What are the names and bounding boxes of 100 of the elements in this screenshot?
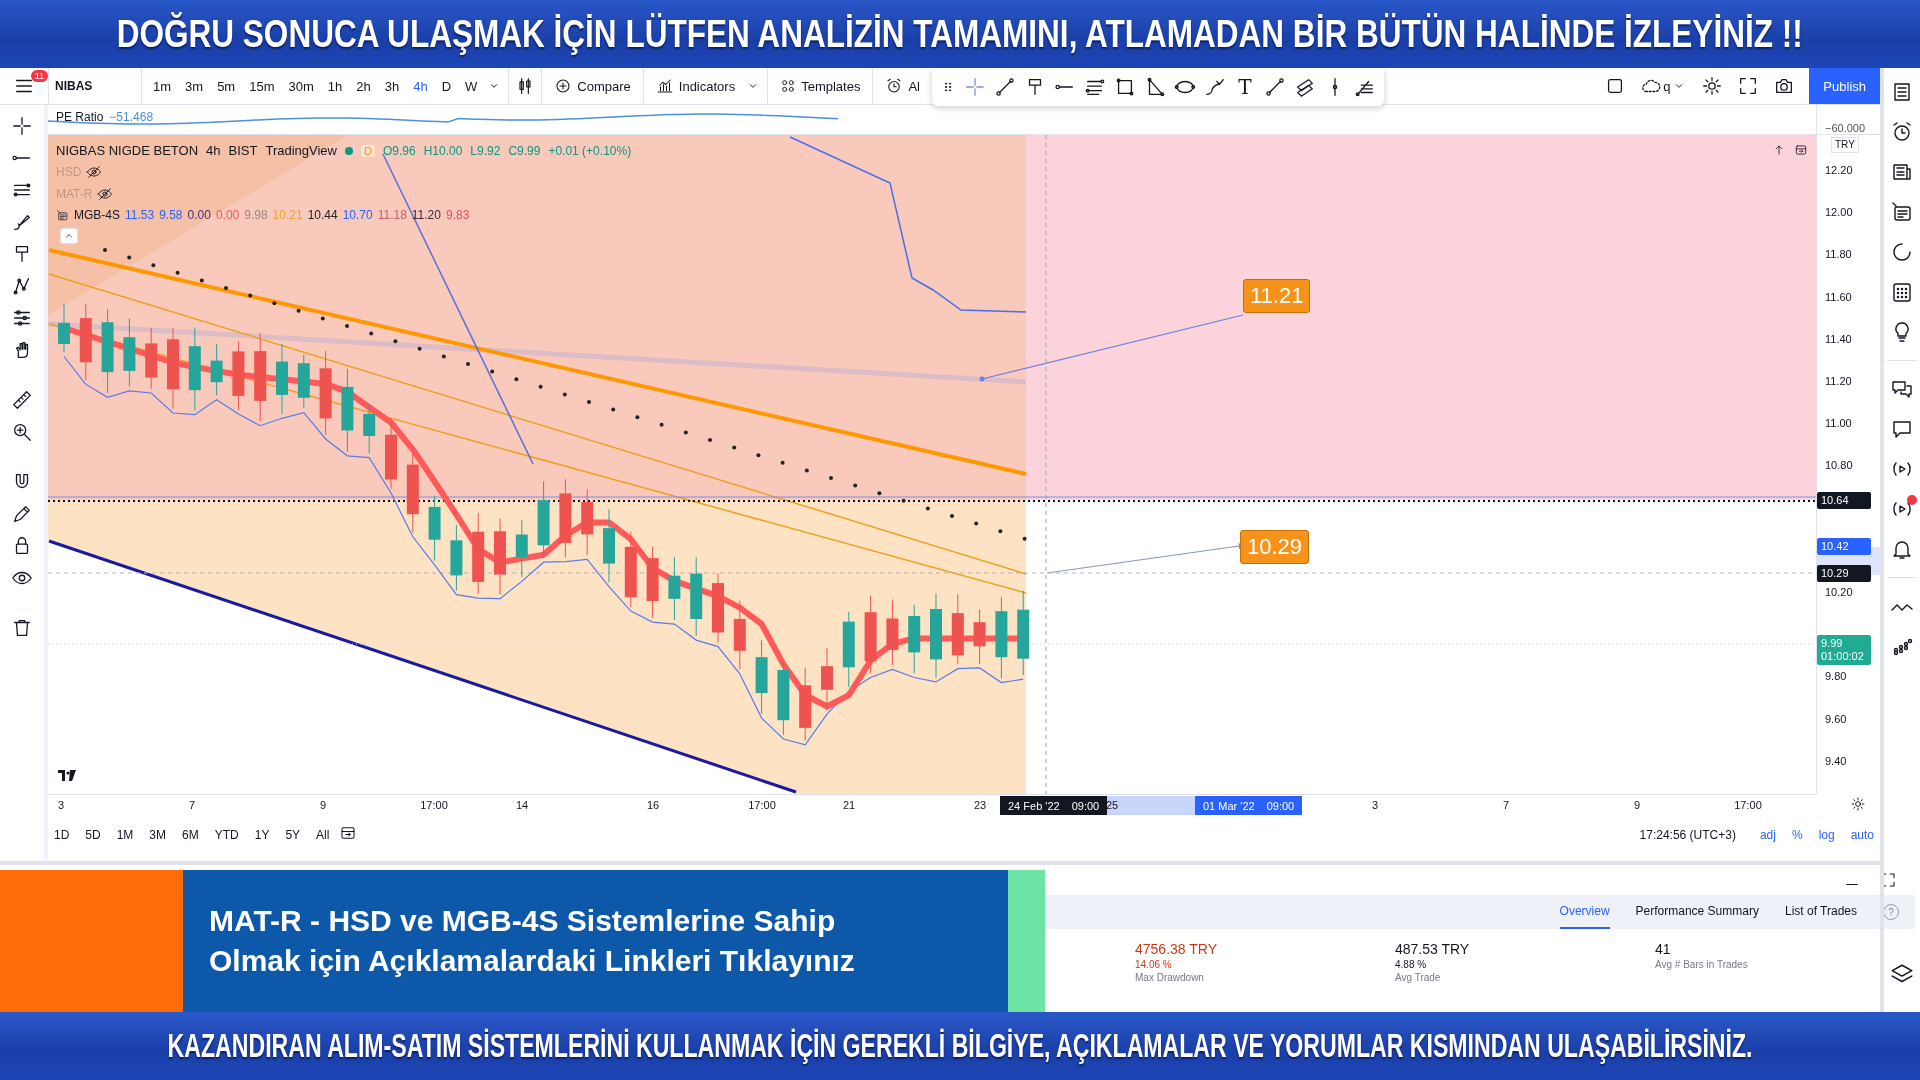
parallel-channel-icon[interactable] — [1294, 76, 1316, 98]
indicator-dot — [780, 460, 785, 465]
interval-button[interactable]: 1m — [148, 74, 177, 98]
clock-label: 17:24:56 (UTC+3) — [1638, 826, 1737, 844]
candle — [733, 600, 746, 671]
time-tick: 14 — [515, 799, 529, 811]
layout-name[interactable]: q — [1663, 78, 1671, 94]
sliders-icon[interactable] — [11, 307, 33, 329]
pane-title: PE Ratio — [56, 110, 104, 124]
range-button[interactable]: YTD — [208, 823, 245, 846]
templates-button[interactable]: Templates — [774, 74, 867, 98]
scale-option[interactable]: % — [1785, 823, 1809, 846]
range-button[interactable]: 5D — [79, 823, 107, 846]
time-tick: 9 — [319, 799, 327, 811]
interval-button[interactable]: 30m — [283, 74, 319, 98]
compare-button[interactable]: Compare — [548, 73, 637, 99]
panel-tab[interactable]: List of Trades — [1784, 895, 1857, 929]
price-badge: 10.29 — [1817, 565, 1871, 582]
time-badge: 01 Mar '22 09:00 — [1195, 796, 1303, 815]
candle — [145, 327, 158, 390]
exchange-label: BIST — [228, 143, 258, 158]
indicator-dot — [974, 521, 979, 526]
settings-icon[interactable] — [1850, 796, 1866, 812]
interval-button[interactable]: 3m — [180, 74, 209, 98]
range-button[interactable]: All — [310, 823, 336, 846]
symbol-name[interactable]: NIBAS — [55, 79, 93, 93]
pencil-icon[interactable] — [11, 503, 33, 525]
brush-icon[interactable] — [1204, 76, 1226, 98]
axis-label: −60.000 — [1825, 122, 1866, 134]
interval-button[interactable]: 5m — [212, 74, 241, 98]
zoom-icon[interactable] — [11, 421, 33, 443]
line-segment-icon[interactable] — [1264, 76, 1286, 98]
indicator-dot — [853, 483, 858, 488]
indicator-dot — [683, 430, 688, 435]
indicators-button[interactable]: Indicators — [649, 73, 742, 99]
rectangle-icon[interactable] — [1114, 76, 1136, 98]
interval-button[interactable]: 4h — [408, 74, 433, 98]
indicator-dot — [393, 339, 398, 344]
triangle-icon[interactable] — [1144, 76, 1166, 98]
stat-percent: 4.88 % — [1395, 959, 1428, 970]
range-button[interactable]: 3M — [143, 823, 173, 846]
indicator-dot — [296, 308, 301, 313]
indicator-dot — [708, 438, 712, 442]
stat-percent: 14.06 % — [1135, 959, 1173, 970]
indicator-name[interactable]: MGB-4S — [74, 208, 120, 222]
indicator-dot — [369, 331, 374, 336]
interval-button[interactable]: 2h — [351, 74, 376, 98]
crosshair-icon[interactable] — [11, 115, 33, 137]
range-button[interactable]: 1Y — [248, 823, 276, 846]
status-dot — [345, 146, 353, 155]
candle — [886, 599, 899, 666]
alarm-clock-icon — [885, 77, 904, 95]
candle — [973, 609, 986, 665]
ruler-icon[interactable] — [11, 389, 33, 411]
notification-dot — [1907, 495, 1917, 505]
panel-tab[interactable]: Overview — [1559, 895, 1610, 929]
range-button[interactable]: 5Y — [279, 823, 307, 846]
time-tick: 21 — [842, 799, 856, 811]
price-tick: 11.80 — [1825, 247, 1852, 262]
scale-option[interactable]: auto — [1844, 823, 1880, 846]
indicator-value: 11.20 — [411, 208, 441, 222]
screener-icon[interactable] — [1890, 200, 1914, 224]
interval-button[interactable]: D — [436, 74, 457, 98]
candle — [297, 354, 310, 409]
interval-button[interactable]: 15m — [244, 74, 280, 98]
notification-badge: 11 — [30, 70, 48, 82]
indicator-dot — [829, 476, 833, 480]
eye-off-icon[interactable] — [86, 164, 103, 180]
alert-button[interactable]: Al — [879, 73, 926, 99]
time-tick: 23 — [973, 799, 987, 811]
ohlc-value: L9.92 — [470, 143, 501, 158]
interval-button[interactable]: 3h — [379, 74, 405, 98]
trash-icon[interactable] — [11, 617, 33, 639]
publish-button[interactable]: Publish — [1809, 68, 1880, 104]
indicator-dot — [441, 354, 446, 359]
candle — [581, 488, 594, 556]
price-badge: 10.42 — [1817, 538, 1871, 555]
settings-icon[interactable] — [1701, 75, 1724, 97]
interval-button[interactable]: W — [460, 74, 483, 98]
ohlc-value: +0.01 (+0.10%) — [548, 143, 632, 158]
range-button[interactable]: 1M — [110, 823, 140, 846]
candle — [363, 403, 376, 454]
scale-option[interactable]: log — [1812, 823, 1841, 846]
indicator-dot — [224, 286, 228, 290]
calendar-icon[interactable] — [1890, 280, 1914, 304]
arc-icon[interactable] — [1890, 240, 1914, 264]
panel-tab[interactable]: Performance Summary — [1635, 895, 1759, 929]
scale-option[interactable]: adj — [1753, 823, 1782, 846]
range-button[interactable]: 1D — [48, 823, 76, 846]
indicator-dot — [272, 301, 277, 306]
eye-off-icon[interactable] — [97, 186, 114, 202]
trend-line-icon[interactable] — [994, 76, 1016, 98]
interval-button[interactable]: 1h — [322, 74, 348, 98]
indicator-dot — [538, 384, 543, 389]
currency-select[interactable]: TRY — [1831, 137, 1859, 153]
text-tool[interactable]: T — [1234, 75, 1256, 99]
range-button[interactable]: 6M — [176, 823, 205, 846]
range-icon[interactable] — [1794, 143, 1808, 157]
stat-value: 4756.38 TRY — [1135, 941, 1218, 957]
indicator-value: 9.98 — [244, 208, 268, 222]
